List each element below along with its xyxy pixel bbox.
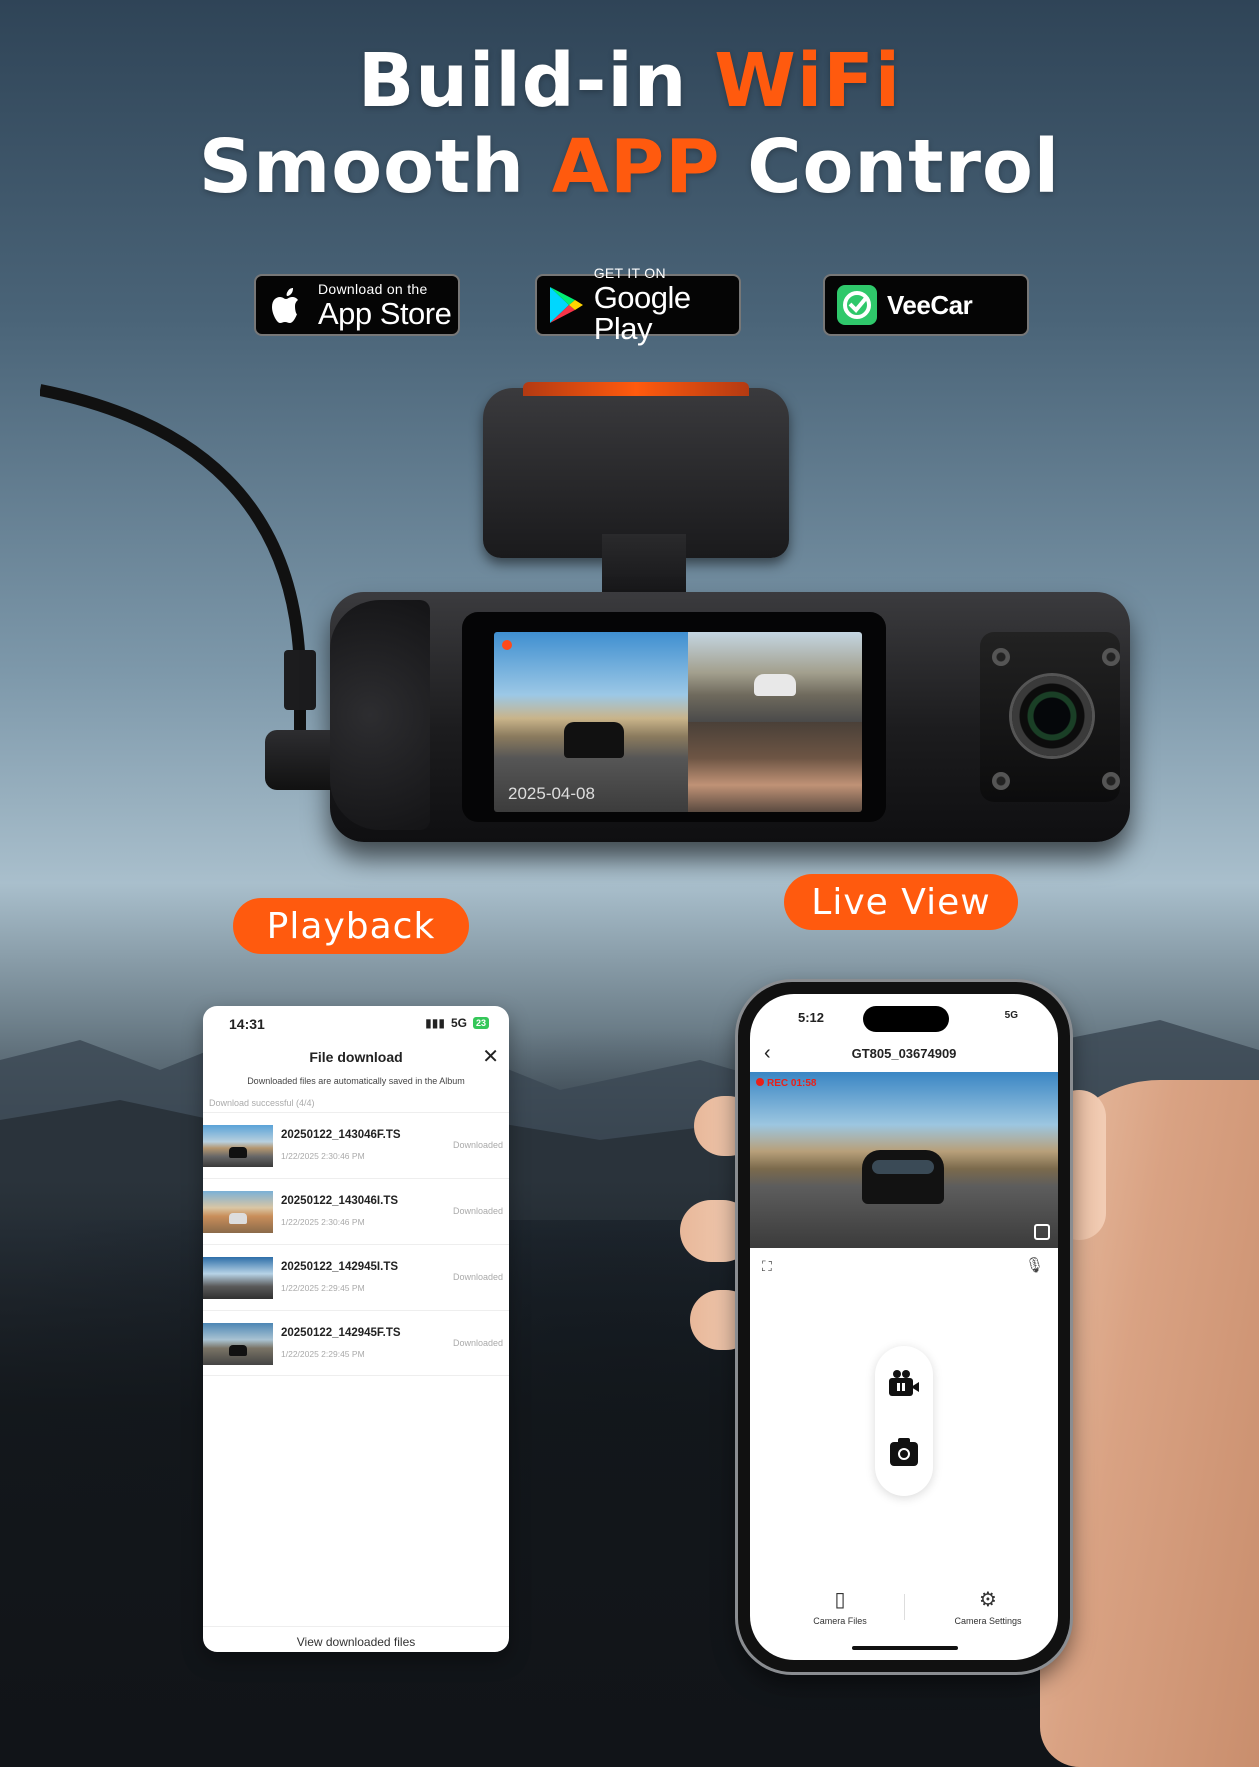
cabin-camera-view — [688, 722, 862, 812]
video-thumbnail — [203, 1257, 273, 1299]
capture-controls — [875, 1346, 933, 1496]
file-name: 20250122_143046I.TS — [281, 1195, 399, 1207]
live-view-screen: 5:12 5G ‹ GT805_03674909 REC 01:58 ⛶ 🎙 ▯… — [750, 994, 1058, 1660]
ir-led-icon — [992, 772, 1010, 790]
video-thumbnail — [203, 1323, 273, 1365]
badge-big-text: Google Play — [593, 280, 691, 346]
file-name: 20250122_143046F.TS — [281, 1129, 401, 1141]
status-time: 5:12 — [798, 1010, 825, 1025]
view-downloaded-files-link[interactable]: View downloaded files — [203, 1626, 509, 1652]
car-image — [862, 1150, 944, 1204]
tab-label: Camera Settings — [954, 1616, 1022, 1626]
badge-big-text: VeeCar — [887, 290, 973, 320]
file-date: 1/22/2025 2:30:46 PM — [281, 1151, 365, 1161]
video-thumbnail — [203, 1125, 273, 1167]
signal-icon: ▮▮▮ — [425, 1016, 445, 1030]
badge-big-text: App Store — [318, 295, 452, 331]
veecar-check-icon — [833, 284, 881, 326]
recording-dot-icon — [502, 640, 512, 650]
app-store-badge[interactable]: Download on the App Store — [254, 274, 460, 336]
headline-text: Build-in — [357, 38, 688, 124]
ir-led-icon — [1102, 772, 1120, 790]
ir-led-icon — [1102, 648, 1120, 666]
device-title: GT805_03674909 — [851, 1046, 957, 1061]
apple-icon — [264, 285, 312, 325]
headline-accent-wifi: WiFi — [714, 38, 902, 124]
live-camera-feed[interactable]: REC 01:58 — [750, 1072, 1058, 1248]
front-camera-view: 2025-04-08 — [494, 632, 688, 812]
file-date: 1/22/2025 2:29:45 PM — [281, 1349, 365, 1359]
ir-led-icon — [992, 648, 1010, 666]
veecar-app-badge[interactable]: VeeCar — [823, 274, 1029, 336]
file-name: 20250122_142945F.TS — [281, 1327, 401, 1339]
headline: Build-in WiFi Smooth APP Control — [0, 38, 1259, 210]
gear-icon: ⚙ — [979, 1589, 997, 1611]
microphone-icon[interactable]: 🎙 — [1025, 1256, 1044, 1274]
badge-small-text: Download on the — [318, 280, 428, 297]
windshield-mount — [483, 382, 789, 558]
file-date: 1/22/2025 2:30:46 PM — [281, 1217, 365, 1227]
headline-text: Control — [747, 124, 1061, 210]
file-name: 20250122_142945I.TS — [281, 1261, 399, 1273]
album-note: Downloaded files are automatically saved… — [247, 1076, 465, 1086]
screen-date: 2025-04-08 — [508, 784, 595, 803]
rear-camera-view — [688, 632, 862, 722]
dynamic-island — [863, 1006, 949, 1032]
switch-view-icon[interactable] — [1034, 1224, 1050, 1240]
home-indicator — [852, 1646, 958, 1650]
sd-card-icon: ▯ — [834, 1589, 846, 1611]
headline-line-2: Smooth APP Control — [0, 124, 1259, 210]
speaker-grille — [330, 600, 430, 830]
battery-icon: 5G — [1004, 1010, 1018, 1021]
headline-accent-app: APP — [551, 124, 721, 210]
file-status: Downloaded — [452, 1338, 503, 1348]
badge-small-text: GET IT ON — [593, 265, 666, 281]
file-date: 1/22/2025 2:29:45 PM — [281, 1283, 365, 1293]
list-item[interactable]: 20250122_142945I.TS 1/22/2025 2:29:45 PM… — [203, 1244, 509, 1310]
camera-lens — [1012, 676, 1092, 756]
fullscreen-icon[interactable]: ⛶ — [762, 1258, 772, 1275]
playback-phone-screen: 14:31 ▮▮▮ 5G 23 File download ✕ Download… — [203, 1006, 509, 1652]
tab-camera-files[interactable]: ▯ Camera Files — [780, 1587, 900, 1626]
camera-snapshot-icon[interactable] — [890, 1438, 918, 1466]
file-download-header: File download ✕ — [203, 1040, 509, 1074]
file-status: Downloaded — [452, 1272, 503, 1282]
file-status: Downloaded — [452, 1140, 503, 1150]
google-play-icon — [545, 285, 588, 325]
headline-text: Smooth — [198, 124, 525, 210]
tab-camera-settings[interactable]: ⚙ Camera Settings — [928, 1587, 1048, 1626]
google-play-badge[interactable]: GET IT ON Google Play — [535, 266, 741, 344]
tab-divider — [904, 1594, 905, 1620]
status-indicators: ▮▮▮ 5G 23 — [425, 1016, 489, 1030]
car-image — [754, 674, 796, 696]
video-thumbnail — [203, 1191, 273, 1233]
live-view-phone: 5:12 5G ‹ GT805_03674909 REC 01:58 ⛶ 🎙 ▯… — [738, 982, 1070, 1672]
close-icon[interactable]: ✕ — [482, 1044, 499, 1069]
dash-cam-screen: 2025-04-08 — [494, 632, 862, 812]
video-record-icon[interactable] — [889, 1370, 919, 1396]
list-item[interactable]: 20250122_143046F.TS 1/22/2025 2:30:46 PM… — [203, 1112, 509, 1178]
network-label: 5G — [450, 1016, 467, 1030]
status-bar: 14:31 ▮▮▮ 5G 23 — [203, 1006, 509, 1040]
headline-line-1: Build-in WiFi — [0, 38, 1259, 124]
live-view-label: Live View — [784, 874, 1018, 930]
list-item[interactable]: 20250122_142945F.TS 1/22/2025 2:29:45 PM… — [203, 1310, 509, 1376]
bottom-tab-bar: ▯ Camera Files ⚙ Camera Settings — [750, 1576, 1058, 1626]
car-image — [564, 722, 624, 758]
file-list: 20250122_143046F.TS 1/22/2025 2:30:46 PM… — [203, 1112, 509, 1376]
page-title: File download — [309, 1049, 403, 1065]
tab-label: Camera Files — [813, 1616, 867, 1626]
file-status: Downloaded — [452, 1206, 503, 1216]
list-item[interactable]: 20250122_143046I.TS 1/22/2025 2:30:46 PM… — [203, 1178, 509, 1244]
battery-icon: 23 — [472, 1017, 489, 1029]
recording-indicator: REC 01:58 — [756, 1078, 816, 1089]
status-time: 14:31 — [229, 1016, 265, 1032]
download-status: Download successful (4/4) — [209, 1098, 315, 1108]
playback-label: Playback — [233, 898, 469, 954]
